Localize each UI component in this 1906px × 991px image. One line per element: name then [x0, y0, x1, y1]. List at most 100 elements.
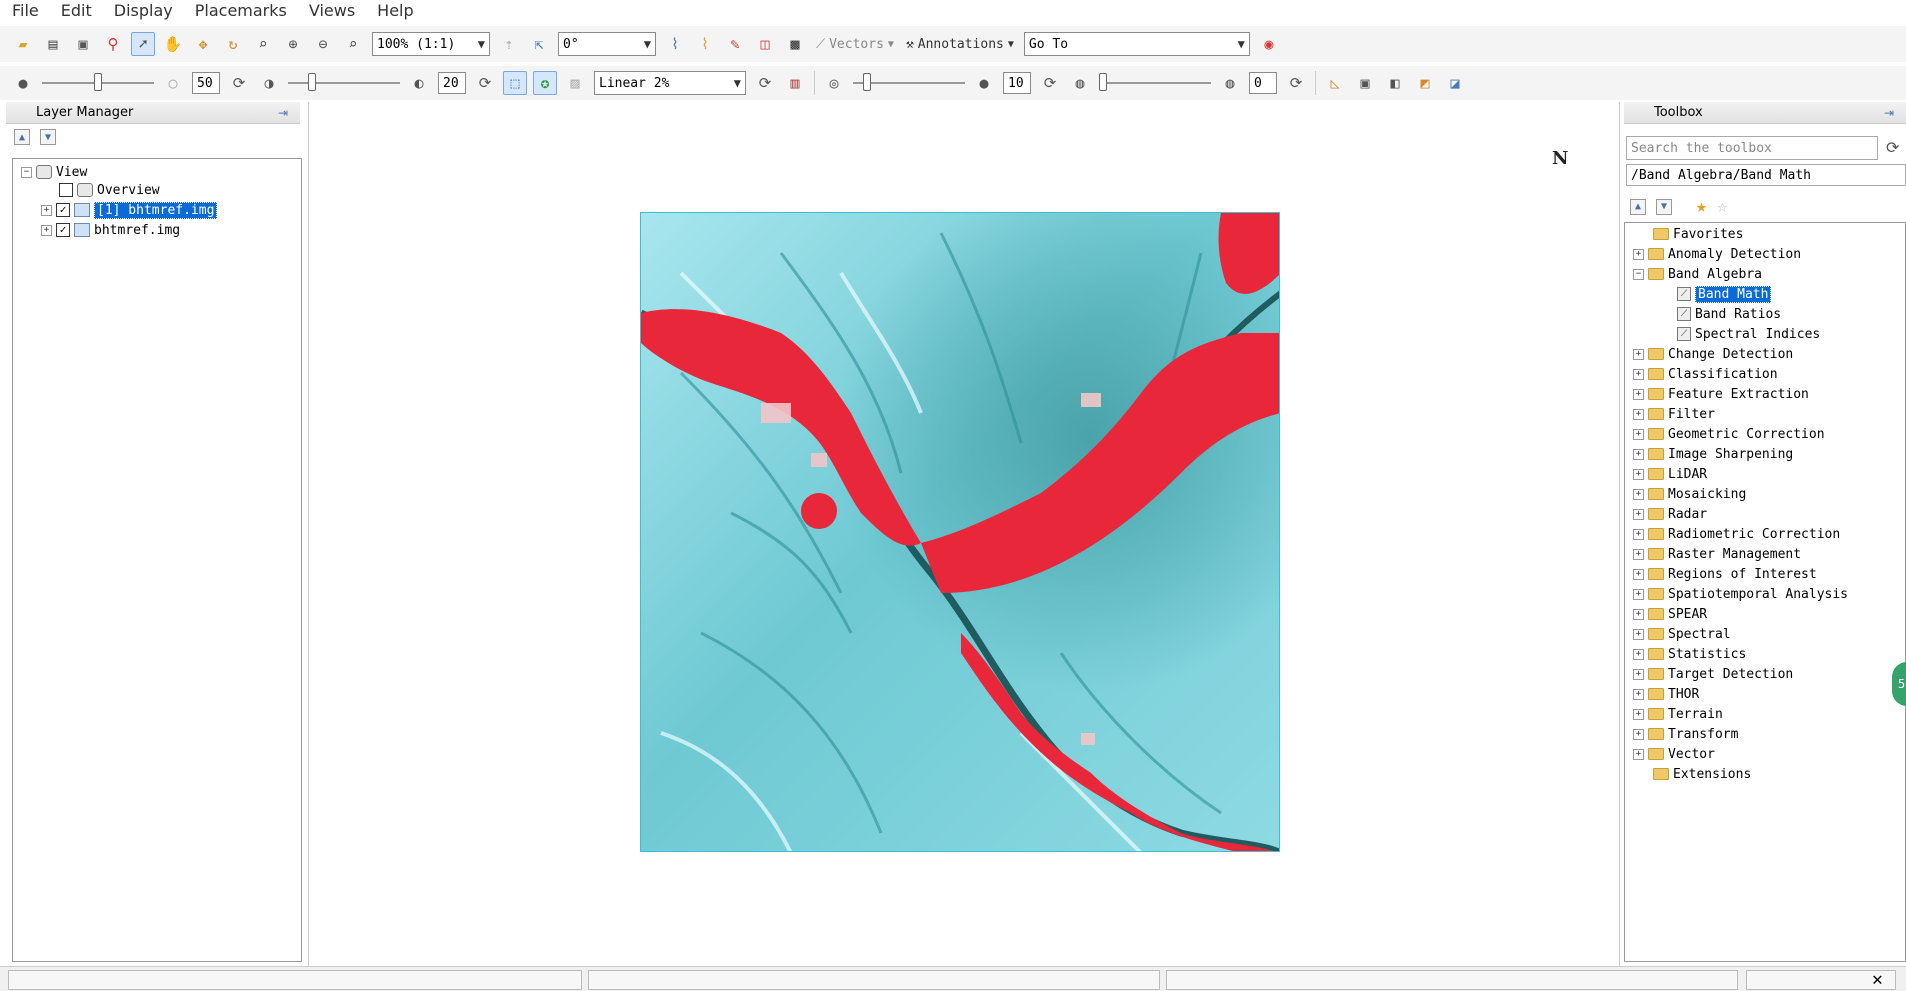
contrast-value[interactable]: 20	[438, 72, 466, 94]
menu-views[interactable]: Views	[297, 0, 365, 22]
reset-sharpen-icon[interactable]: ⟳	[1038, 71, 1062, 95]
toolbox-item-thor[interactable]: + THOR	[1633, 685, 1699, 703]
pan-hand-icon[interactable]: ✋	[161, 32, 185, 56]
toolbox-item-geometric-correction[interactable]: + Geometric Correction	[1633, 425, 1825, 443]
toolbox-item-radiometric-correction[interactable]: + Radiometric Correction	[1633, 525, 1840, 543]
portal-icon[interactable]: ◉	[1257, 32, 1281, 56]
toolbox-item-statistics[interactable]: + Statistics	[1633, 645, 1746, 663]
vectors-menu[interactable]: ⟋ Vectors ▼	[816, 37, 894, 52]
zoom-combo[interactable]: 100% (1:1) ▼	[372, 32, 490, 56]
zoom-fit-icon[interactable]: ⌕	[341, 32, 365, 56]
expand-all-icon[interactable]: ▼	[40, 129, 56, 145]
toolbox-item-raster-management[interactable]: + Raster Management	[1633, 545, 1801, 563]
goto-combo[interactable]: Go To ▼	[1023, 32, 1250, 56]
rotate-view-icon[interactable]: ⇱	[527, 32, 551, 56]
collapse-all-icon[interactable]: ▲	[1630, 198, 1646, 215]
toolbox-item-band-algebra[interactable]: − Band Algebra	[1633, 265, 1762, 283]
zoom-icon[interactable]: ⌕	[251, 32, 275, 56]
expand-icon[interactable]: +	[1633, 648, 1644, 660]
portal-view-icon[interactable]: ▣	[1353, 71, 1377, 95]
menu-display[interactable]: Display	[102, 0, 183, 22]
data-manager-icon[interactable]: ▤	[41, 32, 65, 56]
toolbox-item-band-ratios[interactable]: ⟋ Band Ratios	[1677, 305, 1781, 323]
zoom-in-icon[interactable]: ⊕	[281, 32, 305, 56]
layer-2-checkbox[interactable]: ✓	[56, 223, 70, 237]
blend-icon[interactable]: ◧	[1383, 71, 1407, 95]
rotate-icon[interactable]: ↻	[221, 32, 245, 56]
collapse-all-icon[interactable]: ▲	[14, 129, 30, 145]
remove-favorite-icon[interactable]: ☆	[1717, 196, 1728, 217]
flicker-icon[interactable]: ◩	[1413, 71, 1437, 95]
layer-1-checkbox[interactable]: ✓	[56, 203, 70, 217]
vector-edit-icon[interactable]: ⌇	[693, 32, 717, 56]
pin-icon[interactable]: ⚲	[101, 32, 125, 56]
toolbox-item-spectral-indices[interactable]: ⟋ Spectral Indices	[1677, 325, 1820, 343]
expand-icon[interactable]: +	[1633, 708, 1644, 720]
menu-help[interactable]: Help	[365, 0, 423, 22]
reset-transparency-icon[interactable]: ⟳	[1284, 71, 1308, 95]
expand-icon[interactable]: +	[1633, 628, 1644, 640]
tree-row-layer-2[interactable]: + ✓ bhtmref.img	[41, 221, 180, 239]
satellite-image[interactable]	[640, 212, 1280, 852]
expand-icon[interactable]: +	[1633, 428, 1644, 440]
tape-icon[interactable]: ▩	[783, 32, 807, 56]
reset-contrast-icon[interactable]: ⟳	[473, 71, 497, 95]
sharpen-slider[interactable]	[853, 71, 965, 95]
expand-icon[interactable]: +	[1633, 528, 1644, 540]
toolbox-item-regions-of-interest[interactable]: + Regions of Interest	[1633, 565, 1817, 583]
menu-edit[interactable]: Edit	[49, 0, 102, 22]
refresh-icon[interactable]: ⟳	[1886, 138, 1899, 157]
toolbox-item-spear[interactable]: + SPEAR	[1633, 605, 1707, 623]
menu-placemarks[interactable]: Placemarks	[183, 0, 297, 22]
expand-icon[interactable]: +	[1633, 668, 1644, 680]
roi-tool-icon[interactable]: ◫	[753, 32, 777, 56]
vector-tool-icon[interactable]: ⌇	[663, 32, 687, 56]
brightness-value[interactable]: 50	[192, 72, 220, 94]
pin-icon[interactable]: ⇥	[278, 106, 294, 120]
expand-icon[interactable]: +	[1633, 368, 1644, 380]
toolbox-search-input[interactable]: Search the toolbox	[1626, 136, 1878, 160]
toolbox-item-feature-extraction[interactable]: + Feature Extraction	[1633, 385, 1809, 403]
toolbox-item-spectral[interactable]: + Spectral	[1633, 625, 1731, 643]
fly-icon[interactable]: ✥	[191, 32, 215, 56]
expand-icon[interactable]: +	[1633, 408, 1644, 420]
expand-icon[interactable]: +	[1633, 468, 1644, 480]
close-icon[interactable]: ✕	[1872, 969, 1883, 990]
collapse-icon[interactable]: −	[1633, 268, 1644, 280]
toolbox-item-filter[interactable]: + Filter	[1633, 405, 1715, 423]
expand-icon[interactable]: +	[41, 224, 52, 236]
tree-row-overview[interactable]: Overview	[59, 181, 160, 199]
tree-row-layer-1[interactable]: + ✓ [1] bhtmref.img	[41, 201, 218, 219]
expand-icon[interactable]: +	[1633, 248, 1644, 260]
toolbox-item-band-math[interactable]: ⟋ Band Math	[1677, 285, 1772, 303]
chip-icon[interactable]: ▣	[71, 32, 95, 56]
toolbox-item-transform[interactable]: + Transform	[1633, 725, 1738, 743]
collapse-icon[interactable]: −	[21, 166, 32, 178]
stretch-combo[interactable]: Linear 2% ▼	[594, 71, 746, 95]
reset-stretch-icon[interactable]: ⟳	[753, 71, 777, 95]
expand-icon[interactable]: +	[1633, 568, 1644, 580]
toolbox-item-spatiotemporal-analysis[interactable]: + Spatiotemporal Analysis	[1633, 585, 1848, 603]
toolbox-item-lidar[interactable]: + LiDAR	[1633, 465, 1707, 483]
expand-icon[interactable]: +	[1633, 548, 1644, 560]
toolbox-item-vector[interactable]: + Vector	[1633, 745, 1715, 763]
transparency-slider[interactable]	[1099, 71, 1211, 95]
pin-icon[interactable]: ⇥	[1884, 106, 1900, 120]
histogram-icon[interactable]: ▥	[783, 71, 807, 95]
overview-checkbox[interactable]	[59, 183, 73, 197]
expand-all-icon[interactable]: ▼	[1656, 198, 1672, 215]
toolbox-item-mosaicking[interactable]: + Mosaicking	[1633, 485, 1746, 503]
expand-icon[interactable]: +	[1633, 488, 1644, 500]
toolbox-item-classification[interactable]: + Classification	[1633, 365, 1778, 383]
toolbox-item-change-detection[interactable]: + Change Detection	[1633, 345, 1793, 363]
toolbox-item-radar[interactable]: + Radar	[1633, 505, 1707, 523]
tree-row-view[interactable]: − View	[21, 163, 87, 181]
toolbox-item-favorites[interactable]: Favorites	[1653, 225, 1743, 243]
brightness-slider[interactable]	[42, 71, 154, 95]
toolbox-item-extensions[interactable]: Extensions	[1653, 765, 1751, 783]
north-up-icon[interactable]: ⇡	[497, 32, 521, 56]
transparency-value[interactable]: 0	[1249, 72, 1277, 94]
zoom-out-icon[interactable]: ⊖	[311, 32, 335, 56]
reset-brightness-icon[interactable]: ⟳	[227, 71, 251, 95]
expand-icon[interactable]: +	[1633, 588, 1644, 600]
